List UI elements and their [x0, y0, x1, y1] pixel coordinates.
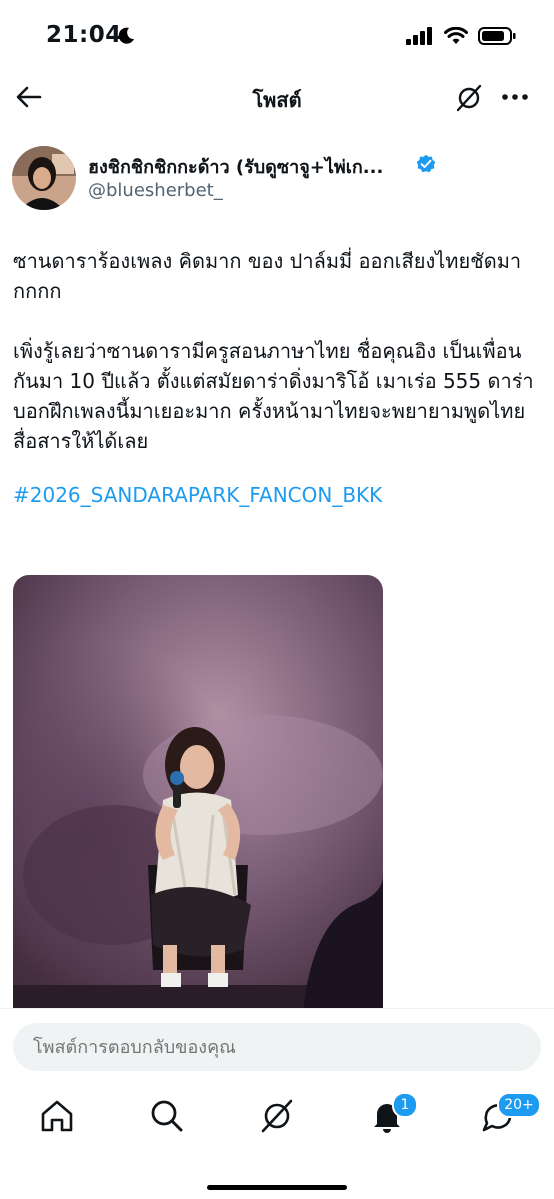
search-icon[interactable] [147, 1096, 187, 1136]
tweet-body: ซานดาราร้องเพลง คิดมาก ของ ปาล์มมี่ ออกเ… [13, 246, 541, 510]
status-time: 21:04 [46, 22, 122, 48]
tweet-media-photo[interactable] [13, 575, 383, 1010]
wifi-icon [444, 27, 468, 44]
verified-badge-icon [416, 154, 436, 173]
moon-icon [118, 27, 134, 44]
tweet-paragraph: ซานดาราร้องเพลง คิดมาก ของ ปาล์มมี่ ออกเ… [13, 249, 522, 303]
author-handle[interactable]: @bluesherbet_ [88, 180, 223, 201]
signal-icon [406, 27, 432, 45]
grok-tab-icon[interactable] [257, 1096, 297, 1136]
grok-icon[interactable] [455, 84, 483, 112]
reply-input[interactable] [13, 1023, 541, 1071]
author-display-name[interactable]: ฮงชิกชิกชิกกะด้าว (รับดูซาจู+ไพ่เก... [88, 152, 383, 181]
home-icon[interactable] [37, 1096, 77, 1136]
hashtag-link[interactable]: #2026_SANDARAPARK_FANCON_BKK [13, 480, 541, 510]
avatar[interactable] [12, 146, 76, 210]
battery-icon [478, 27, 516, 45]
tweet-paragraph: เพิ่งรู้เลยว่าซานดารามีครูสอนภาษาไทย ชื่… [13, 339, 534, 453]
home-indicator [207, 1185, 347, 1190]
more-options-icon[interactable] [500, 84, 530, 110]
reply-bar [0, 1008, 554, 1089]
notifications-badge: 1 [392, 1092, 418, 1118]
messages-badge: 20+ [497, 1092, 541, 1118]
top-nav: โพสต์ [0, 72, 554, 122]
tweet-author[interactable]: ฮงชิกชิกชิกกะด้าว (รับดูซาจู+ไพ่เก... @b… [12, 146, 542, 212]
status-bar: 21:04 [0, 0, 554, 72]
bottom-tab-bar: 1 20+ [0, 1088, 554, 1148]
